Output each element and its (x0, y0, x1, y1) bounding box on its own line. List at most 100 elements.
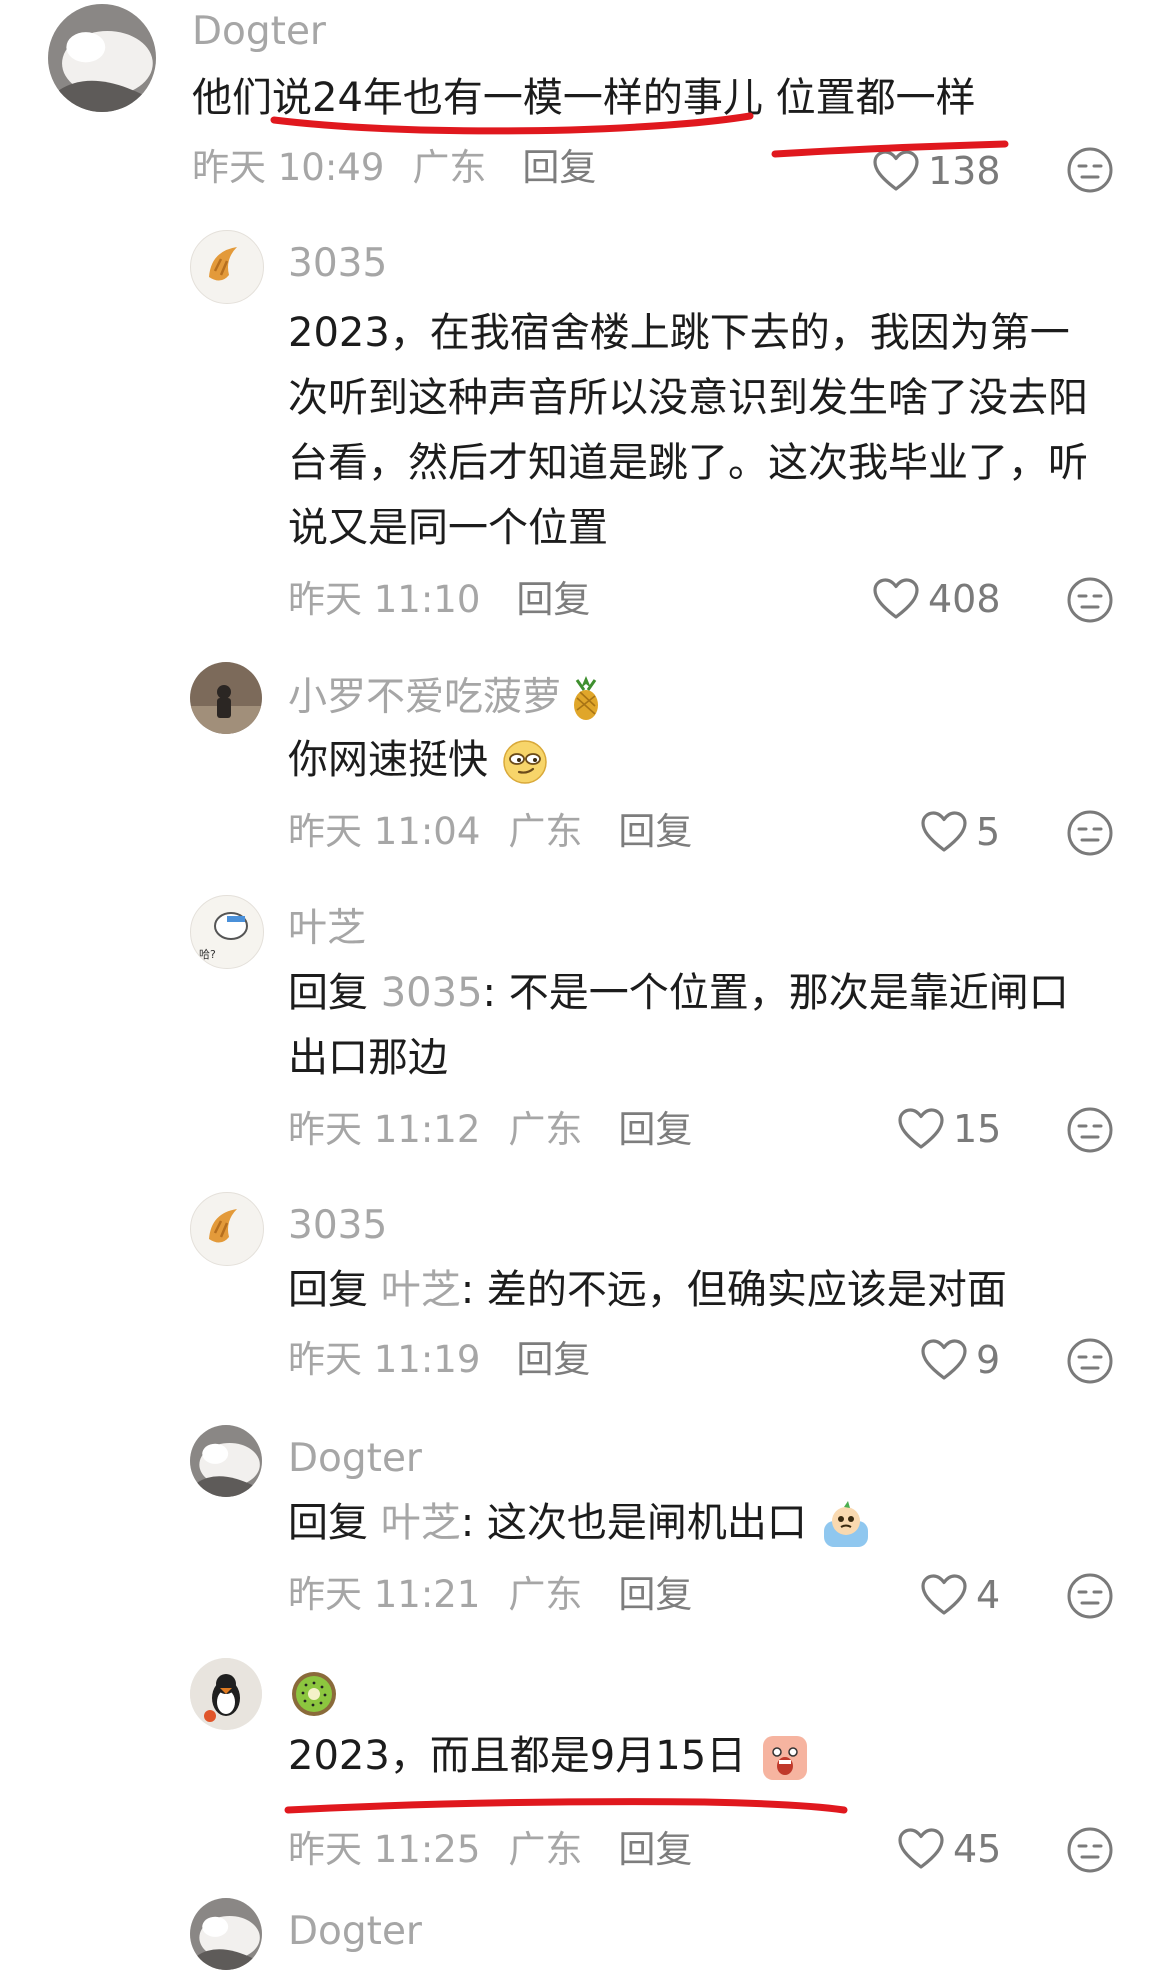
comment-reply: 哈? 叶芝 回复 3035: 不是一个位置，那次是靠近闸口 出口那边 昨天 11… (0, 895, 1170, 1175)
heart-outline-icon (921, 1574, 967, 1615)
comment-text: 回复 叶芝: 这次也是闸机出口 (288, 1491, 872, 1556)
pineapple-emoji (574, 676, 599, 720)
like-count: 15 (953, 1107, 1002, 1151)
comment-author[interactable]: 3035 (288, 1204, 387, 1248)
comment-author[interactable]: Dogter (192, 10, 326, 54)
like-count: 138 (928, 149, 1001, 193)
comment-author[interactable]: 小罗不爱吃菠萝 (288, 674, 605, 722)
react-button[interactable] (1065, 1571, 1115, 1621)
comment-author[interactable]: 3035 (288, 242, 387, 286)
like-button[interactable]: 408 (872, 574, 1001, 624)
reply-button[interactable]: 回复 (618, 810, 692, 853)
heart-outline-icon (898, 1108, 944, 1149)
comment-author[interactable]: Dogter (288, 1910, 422, 1954)
comment-reply: Dogter 回复 叶芝: 这次也是闸机出口 昨天 11:21 广东 回复 4 (0, 1425, 1170, 1645)
avatar[interactable] (190, 1658, 262, 1730)
comment-author[interactable] (288, 1668, 340, 1720)
heart-outline-icon (873, 578, 919, 619)
comment-meta: 昨天 11:21 广东 回复 (288, 1573, 720, 1617)
neutral-face-icon (1067, 1573, 1113, 1619)
react-button[interactable] (1065, 575, 1115, 625)
avatar[interactable] (190, 1898, 262, 1970)
comment-text: 2023，而且都是9月15日 (288, 1724, 811, 1789)
like-button[interactable]: 4 (920, 1570, 1000, 1620)
crying-emoji (823, 1501, 868, 1547)
comment-text: 你网速挺快 (288, 728, 549, 793)
comment-location: 广东 (508, 1108, 583, 1151)
avatar[interactable] (190, 662, 262, 734)
reply-to-user[interactable]: 3035 (381, 970, 483, 1016)
comment-meta: 昨天 10:49 广东 回复 (192, 146, 624, 190)
comment-time: 昨天 11:25 (288, 1828, 481, 1871)
comment-reply: 3035 回复 叶芝: 差的不远，但确实应该是对面 昨天 11:19 回复 9 (0, 1192, 1170, 1412)
reply-button[interactable]: 回复 (618, 1108, 692, 1151)
comment-location: 广东 (508, 810, 583, 853)
react-button[interactable] (1065, 145, 1115, 195)
heart-outline-icon (898, 1828, 944, 1869)
react-button[interactable] (1065, 808, 1115, 858)
svg-text:哈?: 哈? (199, 948, 216, 961)
comment-location: 广东 (412, 146, 487, 189)
comment-text: 回复 3035: 不是一个位置，那次是靠近闸口 出口那边 (288, 970, 1069, 1081)
comment-meta: 昨天 11:10 回复 (288, 578, 618, 622)
heart-outline-icon (921, 811, 967, 852)
comment-time: 昨天 11:10 (288, 578, 481, 621)
comment-reply: 3035 2023，在我宿舍楼上跳下去的，我因为第一 次听到这种声音所以没意识到… (0, 230, 1170, 650)
smirk-emoji (502, 740, 547, 784)
comment-text: 他们说24年也有一模一样的事儿 位置都一样 (192, 75, 976, 121)
avatar[interactable] (48, 4, 156, 112)
scream-emoji (762, 1736, 807, 1780)
neutral-face-icon (1067, 1338, 1113, 1384)
comment-meta: 昨天 11:12 广东 回复 (288, 1108, 720, 1152)
comment-reply: 小罗不爱吃菠萝 你网速挺快 昨天 11:04 广东 回复 5 (0, 662, 1170, 882)
reply-button[interactable]: 回复 (618, 1573, 692, 1616)
reply-to-user[interactable]: 叶芝 (381, 1500, 461, 1546)
comment-meta: 昨天 11:19 回复 (288, 1338, 618, 1382)
like-button[interactable]: 138 (872, 146, 1001, 196)
avatar[interactable] (190, 1192, 264, 1266)
comment-location: 广东 (508, 1828, 583, 1871)
reply-button[interactable]: 回复 (516, 1338, 590, 1381)
reply-button[interactable]: 回复 (516, 578, 590, 621)
neutral-face-icon (1067, 1827, 1113, 1873)
neutral-face-icon (1067, 577, 1113, 623)
comment-author[interactable]: Dogter (288, 1437, 422, 1481)
comment-time: 昨天 11:12 (288, 1108, 481, 1151)
comment-author[interactable]: 叶芝 (288, 907, 366, 951)
reply-button[interactable]: 回复 (522, 146, 596, 189)
comment-meta: 昨天 11:04 广东 回复 (288, 810, 720, 854)
like-button[interactable]: 45 (897, 1824, 1001, 1874)
like-count: 45 (953, 1827, 1002, 1871)
react-button[interactable] (1065, 1105, 1115, 1155)
react-button[interactable] (1065, 1336, 1115, 1386)
like-button[interactable]: 9 (920, 1335, 1000, 1385)
react-button[interactable] (1065, 1825, 1115, 1875)
heart-outline-icon (921, 1339, 967, 1380)
comment-reply: Dogter (0, 1890, 1170, 1974)
comment-reply: 2023，而且都是9月15日 昨天 11:25 广东 回复 45 (0, 1658, 1170, 1888)
like-count: 5 (976, 810, 1001, 854)
comment-time: 昨天 10:49 (192, 146, 385, 189)
comment-meta: 昨天 11:25 广东 回复 (288, 1828, 720, 1872)
comment-time: 昨天 11:19 (288, 1338, 481, 1381)
avatar[interactable] (190, 1425, 262, 1497)
neutral-face-icon (1067, 147, 1113, 193)
reply-prefix: 回复 (288, 1500, 368, 1546)
reply-button[interactable]: 回复 (618, 1828, 692, 1871)
like-button[interactable]: 5 (920, 807, 1000, 857)
like-count: 9 (976, 1338, 1001, 1382)
avatar[interactable]: 哈? (190, 895, 264, 969)
like-count: 4 (976, 1573, 1001, 1617)
like-count: 408 (928, 577, 1001, 621)
kiwi-emoji (292, 1672, 336, 1716)
comment-top-level: Dogter 他们说24年也有一模一样的事儿 位置都一样 昨天 10:49 广东回… (0, 0, 1170, 200)
avatar[interactable] (190, 230, 264, 304)
comment-location: 广东 (508, 1573, 583, 1616)
reply-to-user[interactable]: 叶芝 (381, 1267, 461, 1313)
reply-prefix: 回复 (288, 970, 368, 1016)
neutral-face-icon (1067, 1107, 1113, 1153)
heart-outline-icon (873, 150, 919, 191)
reply-prefix: 回复 (288, 1267, 368, 1313)
like-button[interactable]: 15 (897, 1104, 1001, 1154)
comment-text: 2023，在我宿舍楼上跳下去的，我因为第一 次听到这种声音所以没意识到发生啥了没… (288, 310, 1088, 551)
